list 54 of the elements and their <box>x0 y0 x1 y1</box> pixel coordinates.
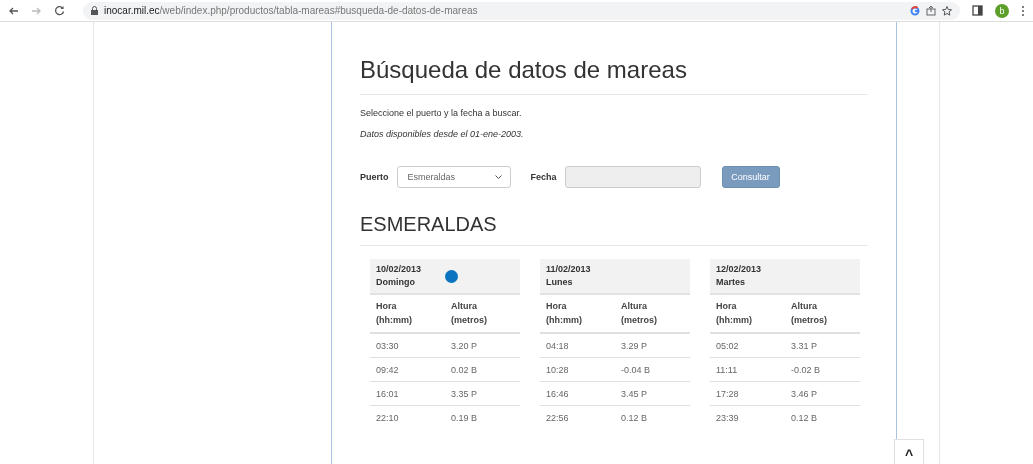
table-cell: 09:42 <box>370 357 445 382</box>
table-cell: 05:02 <box>710 333 785 358</box>
side-panel-icon[interactable] <box>972 5 983 16</box>
date-field[interactable] <box>564 166 701 188</box>
column-header: Hora (hh:mm) <box>540 295 615 333</box>
port-select[interactable]: Esmeraldas <box>396 166 511 188</box>
table-cell: 03:30 <box>370 333 445 358</box>
table-cell: 0.12 B <box>615 405 690 429</box>
table-cell: 3.45 P <box>615 381 690 406</box>
profile-avatar[interactable]: b <box>995 3 1009 18</box>
station-heading: ESMERALDAS <box>360 213 868 246</box>
day-date: 10/02/2013 Domingo <box>376 262 422 289</box>
table-cell: 16:46 <box>540 381 615 406</box>
table-cell: -0.02 B <box>785 357 860 382</box>
table-cell: 11:11 <box>710 357 785 382</box>
column-header: Hora (hh:mm) <box>710 295 785 333</box>
table-cell: 22:10 <box>370 405 445 429</box>
table-cell: 16:01 <box>370 381 445 406</box>
more-menu-icon[interactable] <box>1021 4 1025 17</box>
instruction-text: Seleccione el puerto y la fecha a buscar. <box>360 108 523 118</box>
day-date: 11/02/2013 Lunes <box>546 262 591 289</box>
back-icon[interactable] <box>8 5 19 16</box>
table-cell: 0.19 B <box>445 405 520 429</box>
address-bar[interactable]: inocar.mil.ec/web/index.php/productos/tabla-mareas#busqueda-de-datos-de-mareas <box>83 1 960 20</box>
table-cell: 3.46 P <box>785 381 860 406</box>
day-date: 12/02/2013 Martes <box>716 262 762 289</box>
table-cell: 0.02 B <box>445 357 520 382</box>
table-cell: 3.29 P <box>615 333 690 358</box>
table-cell: 3.20 P <box>445 333 520 358</box>
column-header: Altura (metros) <box>615 295 690 333</box>
table-cell: 3.35 P <box>445 381 520 406</box>
table-cell: 17:28 <box>710 381 785 406</box>
page-title: Búsqueda de datos de mareas <box>360 56 868 95</box>
table-cell: 3.31 P <box>785 333 860 358</box>
lock-icon <box>91 6 98 15</box>
column-header: Altura (metros) <box>785 295 860 333</box>
chevron-down-icon <box>494 175 502 179</box>
table-cell: 0.12 B <box>785 405 860 429</box>
star-icon[interactable] <box>942 5 952 16</box>
table-cell: 10:28 <box>540 357 615 382</box>
table-cell: 22:56 <box>540 405 615 429</box>
share-icon[interactable] <box>926 5 936 16</box>
reload-icon[interactable] <box>54 5 65 16</box>
availability-note: Datos disponibles desde el 01-ene-2003. <box>360 129 525 139</box>
column-header: Altura (metros) <box>445 295 520 333</box>
column-header: Hora (hh:mm) <box>370 295 445 333</box>
port-label: Puerto <box>360 172 389 182</box>
table-cell: 04:18 <box>540 333 615 358</box>
google-icon[interactable] <box>910 5 920 16</box>
table-cell: 23:39 <box>710 405 785 429</box>
date-label: Fecha <box>530 172 557 182</box>
table-cell: -0.04 B <box>615 357 690 382</box>
back-to-top-button[interactable]: ^ <box>894 439 924 464</box>
url-text: inocar.mil.ec/web/index.php/productos/tabla-mareas#busqueda-de-datos-de-mareas <box>104 5 479 16</box>
